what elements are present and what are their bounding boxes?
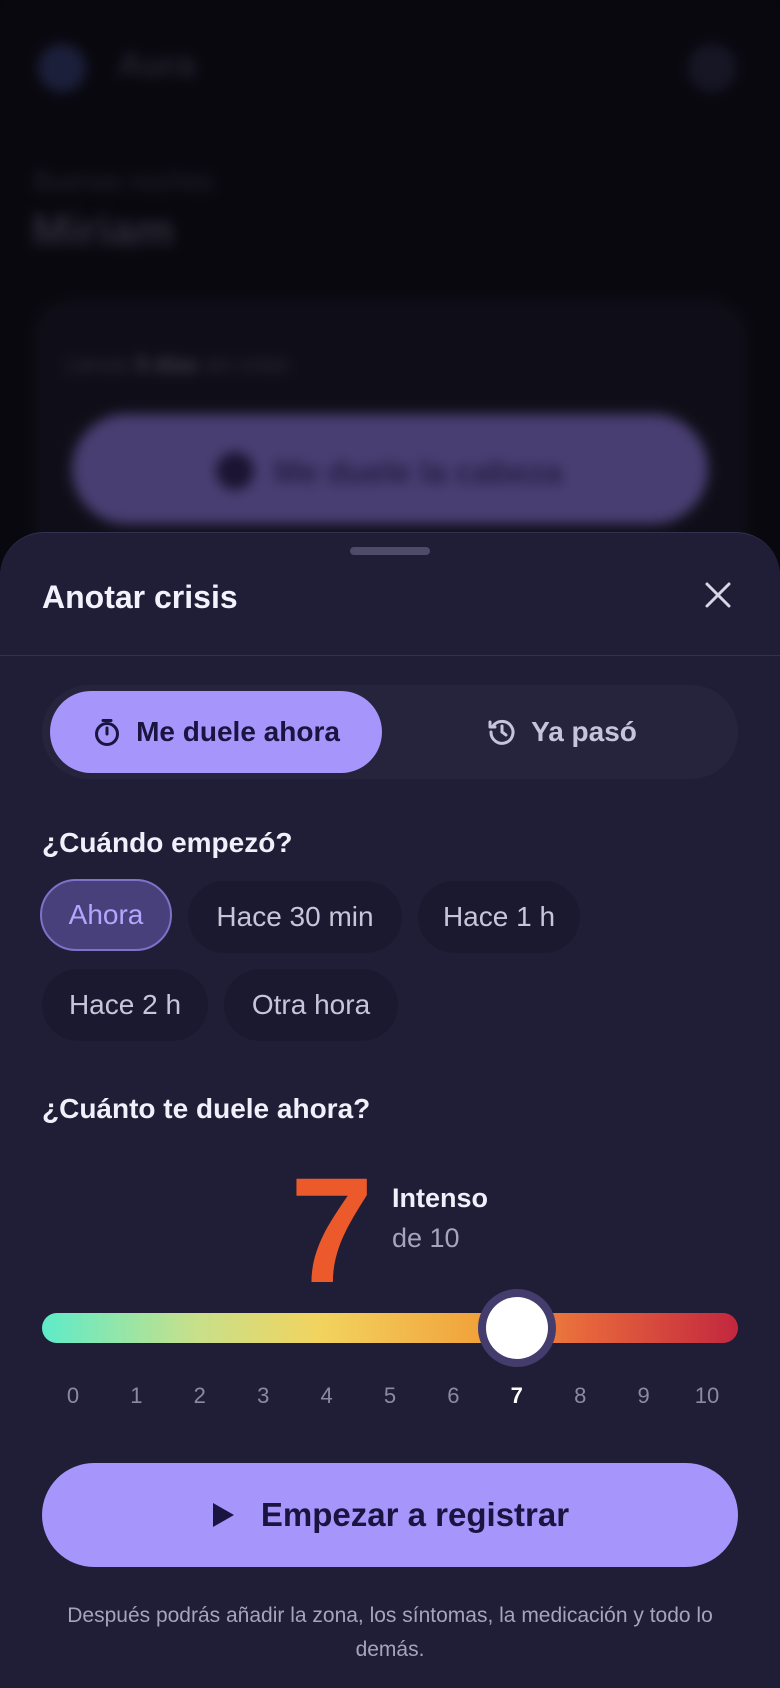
- background-screen: Aura Buenas noches Miriam Llevas 5 días …: [0, 0, 780, 620]
- start-logging-label: Empezar a registrar: [260, 1496, 570, 1533]
- close-button[interactable]: [696, 573, 740, 617]
- stopwatch-icon: [95, 719, 120, 746]
- pain-tick-4: 4: [320, 1383, 333, 1408]
- status-card-text: Llevas 5 días sin crisis: [66, 352, 289, 377]
- pain-tick-6: 6: [447, 1383, 460, 1408]
- mode-option-past-label: Ya pasó: [531, 716, 637, 747]
- app-name: Aura: [118, 46, 196, 84]
- pain-slider-thumb[interactable]: [477, 1289, 556, 1367]
- start-chip-now[interactable]: Ahora: [40, 879, 172, 951]
- mode-option-past[interactable]: Ya pasó: [392, 691, 732, 773]
- start-chip-2h[interactable]: Hace 2 h: [42, 969, 208, 1041]
- pain-tick-9: 9: [637, 1383, 650, 1408]
- pain-value: 7: [290, 1146, 374, 1314]
- mode-option-now-label: Me duele ahora: [136, 716, 340, 747]
- start-logging-button[interactable]: Empezar a registrar: [42, 1463, 738, 1567]
- mode-option-now[interactable]: Me duele ahora: [50, 691, 382, 773]
- pain-tick-2: 2: [193, 1383, 206, 1408]
- user-name: Miriam: [32, 206, 174, 255]
- log-crisis-sheet: Anotar crisis Me duele ahora Ya pasó ¿Cu…: [0, 532, 780, 1688]
- start-chip-other[interactable]: Otra hora: [224, 969, 398, 1041]
- greeting: Buenas noches: [34, 166, 214, 196]
- play-icon: [212, 1503, 234, 1527]
- headache-button-label: Me duele la cabeza: [274, 454, 563, 490]
- avatar: [38, 44, 86, 92]
- pain-tick-1: 1: [130, 1383, 143, 1408]
- pain-slider-knob: [485, 1297, 548, 1359]
- pain-tick-3: 3: [257, 1383, 270, 1408]
- close-icon: [705, 582, 731, 608]
- start-chip-30min[interactable]: Hace 30 min: [188, 881, 402, 953]
- sheet-drag-handle[interactable]: [350, 547, 430, 555]
- pain-level-label: Intenso: [392, 1183, 489, 1213]
- mode-segmented-control: Me duele ahora Ya pasó: [42, 685, 738, 779]
- pain-tick-10: 10: [694, 1383, 720, 1408]
- sheet-title: Anotar crisis: [42, 579, 238, 615]
- start-question: ¿Cuándo empezó?: [42, 827, 293, 858]
- pain-tick-7: 7: [510, 1383, 523, 1408]
- profile-icon: [688, 44, 736, 92]
- pain-slider-track[interactable]: [42, 1313, 738, 1343]
- history-icon: [488, 719, 515, 745]
- pain-question: ¿Cuánto te duele ahora?: [42, 1093, 371, 1124]
- header-divider: [0, 655, 780, 656]
- pain-tick-0: 0: [66, 1383, 80, 1408]
- pain-tick-5: 5: [383, 1383, 397, 1408]
- pain-tick-8: 8: [574, 1383, 587, 1408]
- headache-button-icon: [216, 452, 254, 490]
- start-chip-1h[interactable]: Hace 1 h: [418, 881, 580, 953]
- pain-scale-text: de 10: [392, 1223, 460, 1253]
- footnote: Después podrás añadir la zona, los sínto…: [67, 1604, 713, 1661]
